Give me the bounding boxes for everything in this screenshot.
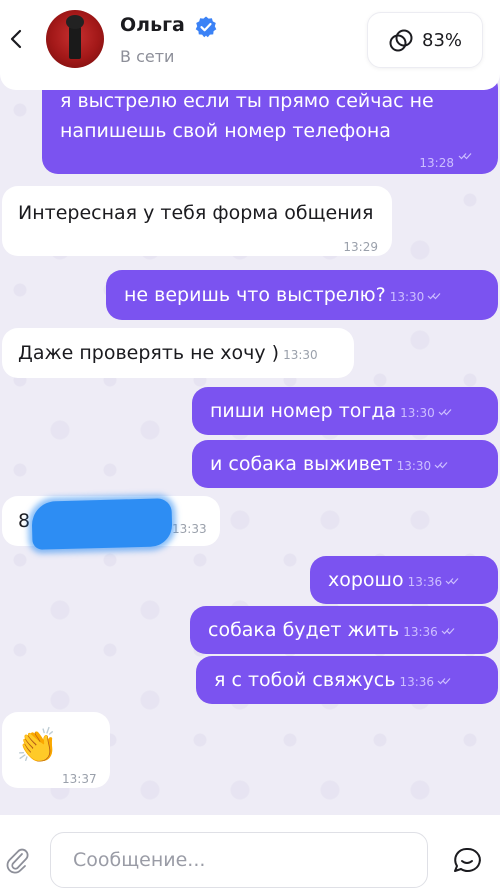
message-outgoing[interactable]: собака будет жить 13:36 bbox=[190, 606, 498, 654]
message-time: 13:29 bbox=[343, 240, 378, 254]
message-text: пиши номер тогда bbox=[210, 400, 397, 422]
compatibility-badge[interactable]: 83% bbox=[367, 12, 483, 68]
message-text: и собака выживет bbox=[210, 453, 393, 475]
message-time: 13:28 bbox=[419, 156, 454, 170]
message-text: Интересная у тебя форма общения bbox=[18, 202, 374, 224]
verified-badge-icon bbox=[195, 16, 217, 38]
message-incoming[interactable]: Интересная у тебя форма общения 13:29 bbox=[2, 186, 392, 256]
message-time: 13:36 bbox=[407, 575, 443, 589]
stickers-button[interactable] bbox=[436, 832, 500, 888]
message-input[interactable] bbox=[51, 833, 427, 887]
message-time: 13:33 bbox=[172, 522, 207, 536]
message-time: 13:30 bbox=[400, 406, 435, 420]
read-ticks-icon bbox=[434, 461, 448, 468]
message-text: Даже проверять не хочу ) bbox=[18, 342, 280, 364]
message-text: 8 bbox=[18, 510, 31, 532]
message-time: 13:30 bbox=[283, 348, 318, 362]
rings-icon bbox=[389, 29, 413, 52]
message-outgoing[interactable]: и собака выживет 13:30 bbox=[192, 440, 498, 488]
redacted-phone-scribble bbox=[31, 498, 173, 550]
back-arrow-icon[interactable] bbox=[4, 24, 28, 54]
read-ticks-icon bbox=[427, 292, 441, 299]
message-text: не веришь что выстрелю? bbox=[124, 284, 386, 306]
message-outgoing[interactable]: не веришь что выстрелю? 13:30 bbox=[106, 270, 498, 320]
message-incoming[interactable]: 👏 13:37 bbox=[2, 712, 110, 788]
chat-header: Ольга В сети 83% bbox=[0, 0, 500, 90]
message-outgoing[interactable]: хорошо 13:36 bbox=[310, 556, 498, 604]
message-time: 13:30 bbox=[396, 459, 432, 473]
message-text: напишешь свой номер телефона bbox=[60, 120, 391, 142]
compatibility-percent: 83% bbox=[422, 30, 463, 51]
message-text: я выстрелю если ты прямо сейчас не bbox=[60, 90, 434, 112]
message-outgoing[interactable]: пиши номер тогда 13:30 bbox=[192, 387, 498, 435]
message-text: собака будет жить bbox=[208, 619, 400, 641]
message-time: 13:37 bbox=[62, 772, 97, 786]
message-incoming[interactable]: Даже проверять не хочу ) 13:30 bbox=[2, 328, 354, 378]
avatar[interactable] bbox=[46, 10, 104, 68]
read-ticks-icon bbox=[438, 408, 452, 415]
attach-paperclip-icon[interactable] bbox=[4, 845, 30, 875]
chat-bubble-icon bbox=[454, 847, 481, 872]
message-time: 13:30 bbox=[389, 290, 425, 304]
online-status: В сети bbox=[120, 47, 175, 66]
message-time: 13:36 bbox=[399, 675, 435, 689]
read-ticks-icon bbox=[458, 153, 472, 160]
message-outgoing[interactable]: я с тобой свяжусь 13:36 bbox=[196, 656, 498, 704]
read-ticks-icon bbox=[437, 677, 451, 684]
clapping-hands-emoji: 👏 bbox=[16, 726, 59, 766]
read-ticks-icon bbox=[441, 627, 455, 634]
message-text: я с тобой свяжусь bbox=[214, 669, 396, 691]
read-ticks-icon bbox=[445, 577, 459, 584]
message-time: 13:36 bbox=[403, 625, 438, 639]
contact-name: Ольга bbox=[120, 14, 185, 36]
message-input-box[interactable] bbox=[50, 832, 428, 888]
message-text: хорошо bbox=[328, 569, 404, 591]
